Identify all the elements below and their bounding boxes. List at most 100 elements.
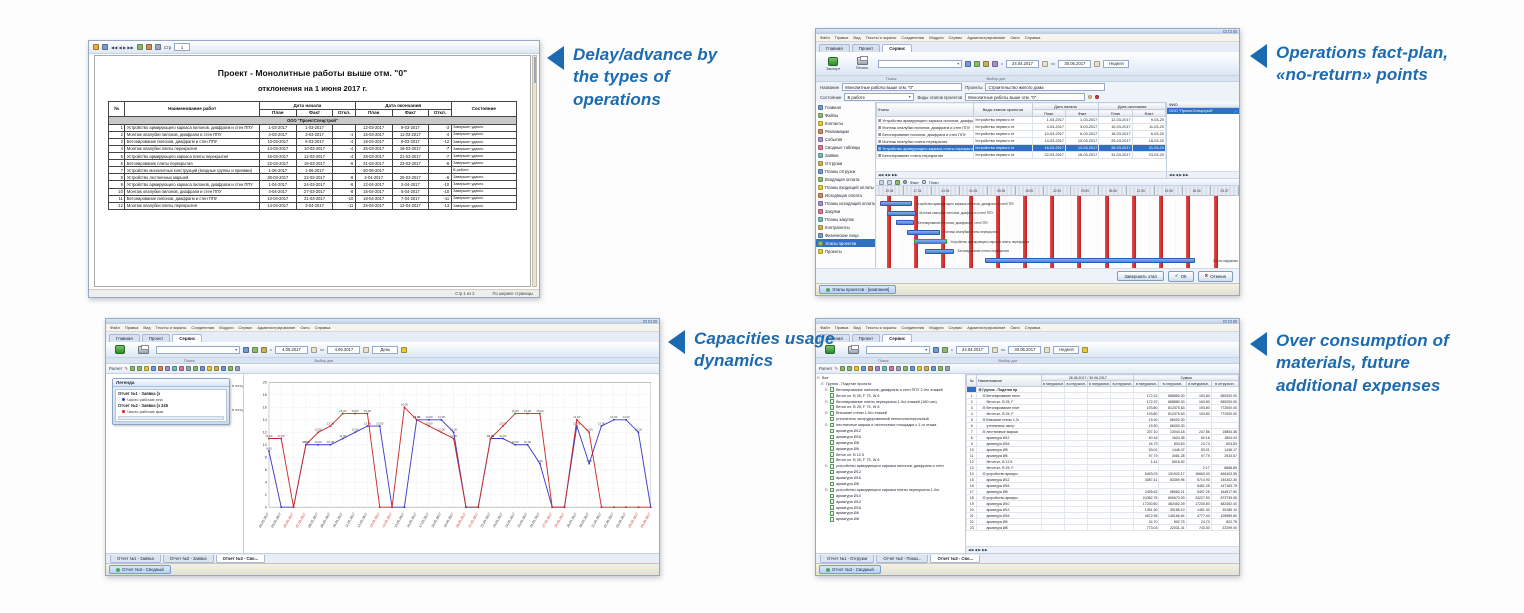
print-icon[interactable] [93, 44, 99, 50]
timeline-week[interactable]: 15.05 [1015, 186, 1044, 195]
bottom-tab[interactable]: Отчет №2 - Заявка [162, 555, 214, 563]
sidebar-item-Исходящая оплата[interactable]: Исходящая оплата [816, 191, 875, 199]
sidebar-item-Планы исходящей оплаты[interactable]: Планы исходящей оплаты [816, 199, 875, 207]
col-name[interactable]: Наименование [976, 374, 1043, 387]
toolbar-icon[interactable] [186, 366, 192, 371]
export-button[interactable]: Экспорт [820, 56, 846, 71]
zoom-out-icon[interactable] [879, 179, 884, 185]
close-icon[interactable] [1233, 320, 1237, 323]
calendar-icon[interactable] [1042, 60, 1048, 67]
gantt-bar[interactable] [914, 239, 947, 244]
close-icon[interactable] [653, 320, 657, 323]
toolbar-icon[interactable] [889, 366, 895, 371]
taskbar-item[interactable]: Этапы проектов - [компания] [819, 285, 897, 294]
toolbar-icon[interactable] [214, 366, 220, 371]
menu-item[interactable]: Окно [1010, 325, 1019, 330]
gantt-bar[interactable] [895, 220, 915, 225]
timeline-week[interactable]: 01.05 [959, 186, 988, 195]
minimize-icon[interactable] [643, 320, 647, 323]
toolbar-icon[interactable] [207, 366, 213, 371]
sidebar-item-События[interactable]: События [816, 135, 875, 143]
tree-item[interactable]: арматура Ø8 [816, 516, 965, 522]
report-scrollbar[interactable] [532, 55, 537, 287]
table-row[interactable]: 23 арматура Ø8 773.03 22031.41 743.30 22299.0… [965, 524, 1239, 531]
menu-item[interactable]: Соединения [191, 325, 214, 330]
open-icon[interactable] [261, 346, 267, 353]
gantt-bar[interactable] [906, 229, 940, 235]
projects-input[interactable]: Строительство жилого дома [985, 83, 1106, 91]
sidebar-item-Контакты[interactable]: Контакты [816, 119, 875, 127]
toolbar-icon[interactable] [144, 366, 150, 371]
timeline-week[interactable]: 05.06 [1099, 186, 1128, 195]
minimize-icon[interactable] [1223, 320, 1227, 323]
sidebar-item-Физические лица[interactable]: Физические лица [816, 231, 875, 239]
bottom-tab[interactable]: Отчет №3 - Сво... [930, 555, 981, 563]
zoom-icon[interactable] [154, 44, 161, 50]
calendar-icon[interactable] [1044, 346, 1051, 353]
tab-Сервис[interactable]: Сервис [882, 334, 913, 342]
date-to-input[interactable]: 30.06.2017 [1008, 345, 1042, 354]
toolbar-icon[interactable] [179, 366, 185, 371]
menu-item[interactable]: Окно [300, 325, 309, 330]
menu-item[interactable]: Модули [219, 325, 233, 330]
menu-item[interactable]: Сервис [949, 325, 963, 330]
table-pager[interactable]: ◀◀ ◀ ▶ ▶▶ [966, 546, 1239, 553]
bottom-tab[interactable]: Отчет №3 - Сво... [215, 555, 266, 563]
legend-title[interactable]: Легенда [113, 379, 229, 387]
menu-item[interactable]: Модули [929, 325, 943, 330]
menu-item[interactable]: Правка [125, 325, 139, 330]
toolbar-icon[interactable] [158, 366, 164, 371]
edit-icon[interactable] [1088, 95, 1093, 99]
taskbar-item[interactable]: Отчет №3 - Сводный [819, 565, 881, 574]
gantt-bar[interactable] [879, 201, 913, 206]
export-icon[interactable] [102, 44, 108, 50]
menu-item[interactable]: Администрирование [257, 325, 295, 330]
zoom-in-icon[interactable] [887, 179, 892, 185]
copy-icon[interactable] [974, 60, 980, 67]
gantt-bar[interactable] [886, 210, 916, 216]
menu-item[interactable]: Соединения [901, 35, 924, 40]
menu-item[interactable]: Соединения [901, 325, 924, 330]
sidebar-item-Сводные таблицы[interactable]: Сводные таблицы [816, 143, 875, 151]
bottom-tab[interactable]: Отчет №2 - Показ... [876, 555, 929, 563]
bottom-tab[interactable]: Отчет №1 - Отгрузки [820, 555, 875, 563]
timeline-week[interactable]: 10.04 [876, 186, 904, 195]
legend-scrollbar[interactable] [118, 416, 224, 420]
table-row[interactable]: ⊞ Монтаж опалубки пилонов, диафрагм и ст… [876, 123, 1166, 131]
clear-icon[interactable] [1095, 95, 1100, 99]
sidebar-item-Рекламации[interactable]: Рекламации [816, 127, 875, 135]
grid-pager[interactable]: ◀◀ ◀ ▶ ▶▶ [876, 171, 1166, 178]
apply-icon[interactable] [401, 346, 408, 353]
toolbar-icon[interactable] [896, 366, 902, 371]
save-icon[interactable] [965, 60, 971, 67]
sidebar-item-Закупки[interactable]: Закупки [816, 207, 875, 215]
calendar-icon[interactable] [363, 346, 370, 353]
date-to-input[interactable]: 4.06.2017 [327, 345, 361, 354]
tab-Сервис[interactable]: Сервис [882, 44, 913, 52]
timeline-week[interactable]: 19.06 [1155, 186, 1184, 195]
menu-item[interactable]: Администрирование [967, 325, 1005, 330]
timeline-week[interactable]: 08.05 [987, 186, 1016, 195]
sidebar-item-Файлы[interactable]: Файлы [816, 111, 875, 119]
toolbar-icon[interactable] [193, 366, 199, 371]
gantt-chart[interactable]: Устройство армирующего каркаса пилонов, … [876, 196, 1239, 268]
toolbar-icon[interactable] [200, 366, 206, 371]
ok-button[interactable]: ✔ ОК [1167, 270, 1194, 282]
sidebar-item-Планы входящей оплаты[interactable]: Планы входящей оплаты [816, 183, 875, 191]
grid-col-start[interactable]: Дата начала [1031, 102, 1100, 110]
toolbar-icon[interactable] [137, 366, 143, 371]
tab-Проект[interactable]: Проект [141, 334, 171, 342]
maximize-icon[interactable] [1228, 320, 1232, 323]
find-icon[interactable] [933, 346, 939, 353]
period-select[interactable]: Неделя [1053, 345, 1080, 354]
menu-item[interactable]: Правка [835, 35, 849, 40]
menu-item[interactable]: Вид [853, 35, 860, 40]
toolbar-icon[interactable] [882, 366, 888, 371]
date-from-input[interactable]: 4.05.2017 [275, 345, 308, 354]
setup-icon[interactable] [145, 44, 152, 50]
legend-series-1-item[interactable]: Число рабочих пла [118, 396, 224, 403]
name-input[interactable]: Монолитные работы выше отм. "0" [842, 83, 963, 91]
grid-col-stages[interactable]: Этапы [876, 102, 974, 117]
page-number-input[interactable]: 1 [174, 43, 191, 51]
tab-Сервис[interactable]: Сервис [172, 334, 203, 342]
